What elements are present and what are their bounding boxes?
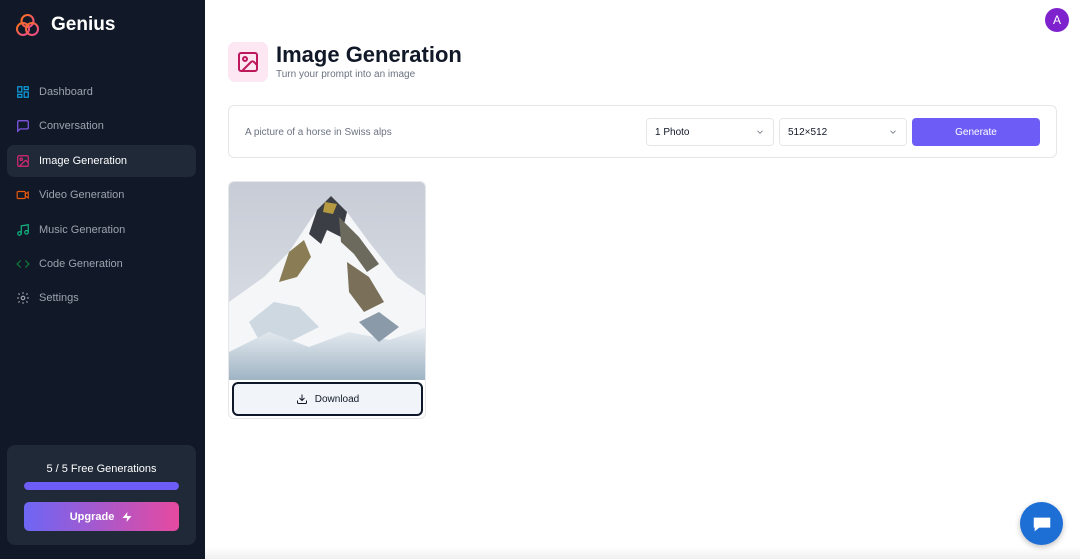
prompt-input[interactable] [245,121,635,143]
progress-fill [24,482,179,490]
code-icon [16,260,30,268]
generated-image-card: Download [228,181,426,419]
sidebar-item-label: Code Generation [39,257,123,270]
settings-icon [17,292,29,305]
zap-icon [122,511,132,522]
free-generations-progress [24,482,179,490]
amount-select-value: 1 Photo [655,126,690,138]
chat-support-button[interactable] [1020,502,1063,545]
video-icon [16,191,29,200]
sidebar-item-label: Dashboard [39,86,93,98]
free-generations-counter: 5 / 5 Free Generations [46,463,157,475]
message-square-icon [17,120,29,134]
sidebar-item-music-generation[interactable]: Music Generation [7,214,196,246]
image-icon [238,52,258,72]
brand-logo[interactable]: Genius [15,13,115,37]
generated-image [229,182,425,380]
genius-logo-icon [16,14,39,36]
image-icon [17,154,29,167]
layout-dashboard-icon [17,86,29,98]
sidebar-item-code-generation[interactable]: Code Generation [7,248,196,280]
chevron-down-icon [890,130,896,134]
download-label: Download [314,393,360,405]
sidebar-item-label: Conversation [39,120,104,133]
sidebar: Genius Dashboard Conversation Image Gene… [0,0,205,559]
sidebar-nav: Dashboard Conversation Image Generation … [7,76,196,317]
sidebar-item-conversation[interactable]: Conversation [7,110,196,142]
upgrade-label: Upgrade [69,510,115,523]
bottom-shade [205,547,1080,559]
brand-name: Genius [51,14,116,35]
page-icon-badge [228,42,268,82]
page-subtitle: Turn your prompt into an image [276,69,416,80]
chevron-down-icon [757,130,763,134]
sidebar-item-label: Settings [39,292,79,305]
sidebar-item-video-generation[interactable]: Video Generation [7,179,196,211]
generation-form: 1 Photo 512×512 Generate [228,105,1057,158]
chat-bubble-icon [1033,517,1050,531]
sidebar-item-label: Image Generation [39,154,128,167]
free-generations-card: 5 / 5 Free Generations Upgrade [7,445,196,545]
download-button[interactable]: Download [232,382,423,416]
resolution-select[interactable]: 512×512 [779,118,907,146]
upgrade-button[interactable]: Upgrade [24,502,179,531]
sidebar-item-image-generation[interactable]: Image Generation [7,144,196,177]
sidebar-item-settings[interactable]: Settings [7,282,196,314]
page-title: Image Generation [276,42,462,67]
sidebar-item-label: Video Generation [39,189,125,202]
sidebar-item-label: Music Generation [39,223,126,236]
user-avatar[interactable]: A [1045,8,1069,32]
sidebar-item-dashboard[interactable]: Dashboard [7,76,196,108]
amount-select[interactable]: 1 Photo [646,118,774,146]
download-icon [296,394,307,404]
resolution-select-value: 512×512 [788,126,828,138]
music-icon [17,223,29,236]
generate-button[interactable]: Generate [912,118,1040,146]
